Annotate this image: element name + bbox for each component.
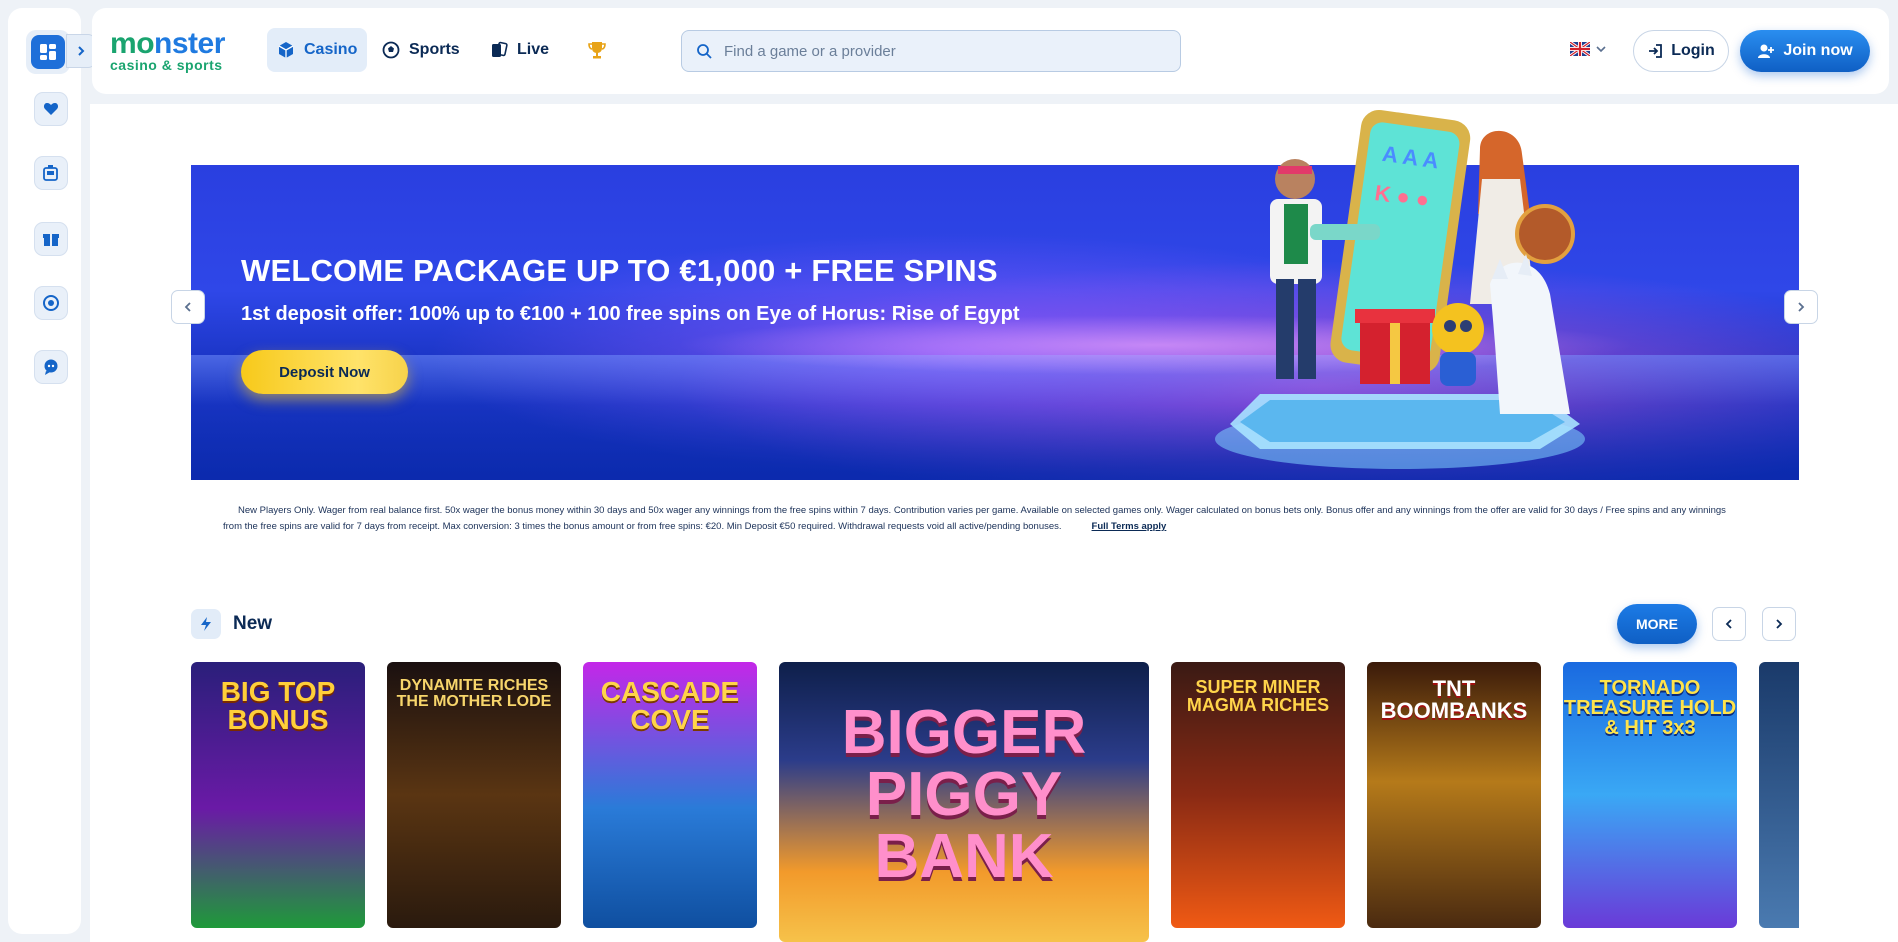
game-tile[interactable]: BIG TOP BONUS xyxy=(191,662,365,928)
game-title: BIGGER PIGGY BANK xyxy=(841,698,1087,891)
brand-logo[interactable]: monster casino & sports xyxy=(110,29,240,76)
nav-sports[interactable]: Sports xyxy=(372,28,470,72)
promotions-button[interactable] xyxy=(34,222,68,256)
login-icon xyxy=(1649,44,1663,58)
heart-icon xyxy=(43,103,59,115)
banner-title: WELCOME PACKAGE UP TO €1,000 + FREE SPIN… xyxy=(241,253,998,288)
chevron-left-icon xyxy=(184,302,191,312)
menu-grid-button[interactable] xyxy=(26,30,70,74)
grid-icon xyxy=(40,44,56,60)
game-tile[interactable]: TORNADO TREASURE HOLD & HIT 3x3 xyxy=(1563,662,1737,928)
games-next-button[interactable] xyxy=(1762,607,1796,641)
game-title: BIG TOP BONUS xyxy=(220,676,336,735)
nav-live[interactable]: Live xyxy=(480,28,559,72)
join-now-button[interactable]: Join now xyxy=(1740,30,1870,72)
left-sidebar xyxy=(8,8,81,934)
game-title: SUPER MINER MAGMA RICHES xyxy=(1186,677,1330,715)
game-tile-partial[interactable] xyxy=(1759,662,1799,928)
nav-live-label: Live xyxy=(517,41,550,58)
bolt-icon xyxy=(191,609,221,639)
nav-casino[interactable]: Casino xyxy=(267,28,368,72)
login-label: Login xyxy=(1671,42,1715,59)
terms-line-2: from the free spins are valid for 7 days… xyxy=(223,521,1062,532)
add-user-icon xyxy=(1758,44,1775,58)
login-button[interactable]: Login xyxy=(1633,30,1729,72)
banner-next-button[interactable] xyxy=(1784,290,1818,324)
support-button[interactable] xyxy=(34,350,68,384)
game-tile[interactable]: DYNAMITE RICHES THE MOTHER LODE xyxy=(387,662,561,928)
nav-tournaments[interactable] xyxy=(576,28,618,72)
gift-icon xyxy=(43,234,59,246)
main-content: WELCOME PACKAGE UP TO €1,000 + FREE SPIN… xyxy=(90,104,1898,942)
new-section-header: New xyxy=(191,609,272,639)
favorites-button[interactable] xyxy=(34,92,68,126)
language-selector[interactable] xyxy=(1570,42,1606,56)
game-title: CASCADE COVE xyxy=(600,676,740,735)
chevron-right-icon xyxy=(78,46,85,56)
full-terms-link[interactable]: Full Terms apply xyxy=(1092,521,1167,532)
game-title: TNT BOOMBANKS xyxy=(1380,676,1528,723)
join-now-label: Join now xyxy=(1783,42,1853,59)
terms-line-1: New Players Only. Wager from real balanc… xyxy=(238,505,1726,516)
banner-prev-button[interactable] xyxy=(171,290,205,324)
game-title: TORNADO TREASURE HOLD & HIT 3x3 xyxy=(1563,677,1737,739)
cube-icon xyxy=(278,42,294,58)
trophy-icon xyxy=(588,42,606,59)
casino-chips-button[interactable] xyxy=(34,156,68,190)
game-tile[interactable]: BIGGER PIGGY BANK xyxy=(779,662,1149,942)
slot-machine-icon xyxy=(43,165,58,181)
uk-flag-icon xyxy=(1570,42,1590,56)
search-input[interactable] xyxy=(724,42,1144,60)
banner-subtitle: 1st deposit offer: 100% up to €100 + 100… xyxy=(241,303,1020,325)
top-header: monster casino & sports Casino Sports Li… xyxy=(92,8,1889,94)
nav-sports-label: Sports xyxy=(409,41,460,58)
cards-icon xyxy=(492,41,508,57)
game-title: DYNAMITE RICHES THE MOTHER LODE xyxy=(396,677,552,710)
game-tile[interactable]: CASCADE COVE xyxy=(583,662,757,928)
search-icon xyxy=(697,44,712,59)
chevron-left-icon xyxy=(1725,619,1732,629)
vip-button[interactable] xyxy=(34,286,68,320)
nav-casino-label: Casino xyxy=(304,41,358,58)
chevron-down-icon xyxy=(1596,46,1606,53)
section-title: New xyxy=(233,613,273,634)
chat-icon xyxy=(44,359,58,375)
game-tile[interactable]: SUPER MINER MAGMA RICHES xyxy=(1171,662,1345,928)
chevron-right-icon xyxy=(1798,302,1805,312)
search-box[interactable] xyxy=(681,30,1181,72)
chip-icon xyxy=(43,295,59,311)
games-prev-button[interactable] xyxy=(1712,607,1746,641)
banner-illustration: A A A K ● ● xyxy=(1215,109,1585,469)
soccer-ball-icon xyxy=(382,41,400,59)
chevron-right-icon xyxy=(1776,619,1783,629)
game-tile[interactable]: TNT BOOMBANKS xyxy=(1367,662,1541,928)
more-button[interactable]: MORE xyxy=(1617,604,1697,644)
bonus-terms: New Players Only. Wager from real balanc… xyxy=(223,503,1763,535)
deposit-now-button[interactable]: Deposit Now xyxy=(241,350,408,394)
